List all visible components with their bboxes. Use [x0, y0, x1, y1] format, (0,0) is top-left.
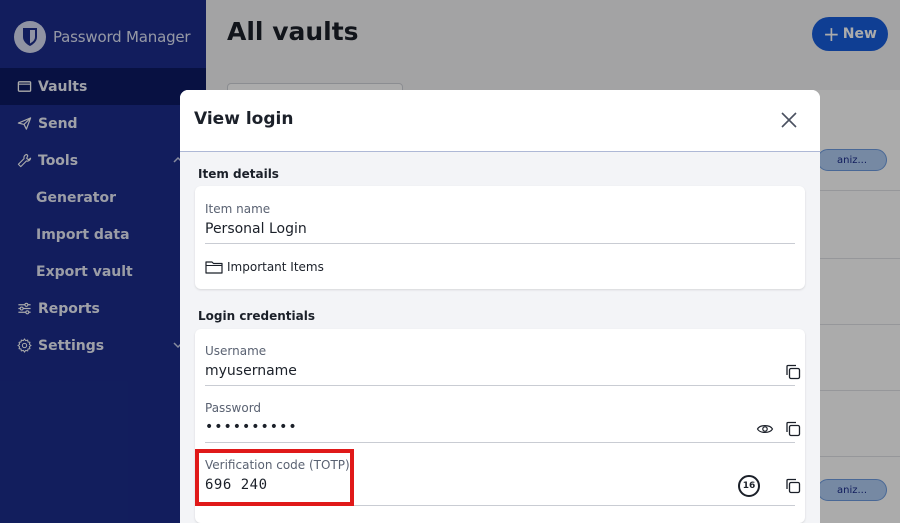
copy-icon	[786, 364, 801, 380]
password-label: Password	[205, 401, 262, 415]
close-icon	[781, 112, 797, 128]
item-name-value[interactable]: Personal Login	[205, 221, 307, 237]
highlight-box	[195, 449, 354, 506]
copy-icon	[786, 421, 801, 437]
close-button[interactable]	[778, 109, 800, 131]
item-details-heading: Item details	[198, 167, 279, 181]
username-label: Username	[205, 344, 267, 358]
login-credentials-heading: Login credentials	[198, 309, 315, 323]
username-value[interactable]: myusername	[205, 363, 297, 379]
eye-icon	[756, 425, 774, 433]
divider	[205, 442, 795, 443]
item-details-card: Item name Personal Login Important Items	[195, 186, 805, 289]
copy-totp-button[interactable]	[784, 477, 802, 495]
copy-password-button[interactable]	[784, 420, 802, 438]
folder-row: Important Items	[205, 259, 324, 275]
copy-username-button[interactable]	[784, 363, 802, 381]
divider	[205, 385, 795, 386]
item-name-label: Item name	[205, 202, 271, 216]
copy-icon	[786, 478, 801, 494]
dialog-title: View login	[194, 109, 294, 129]
toggle-visibility-button[interactable]	[756, 420, 774, 438]
dialog-header: View login	[180, 90, 820, 152]
totp-countdown: 16	[738, 475, 760, 497]
folder-icon	[205, 259, 223, 275]
password-value[interactable]: ••••••••••	[205, 419, 298, 435]
folder-name: Important Items	[227, 260, 324, 274]
divider	[205, 243, 795, 244]
